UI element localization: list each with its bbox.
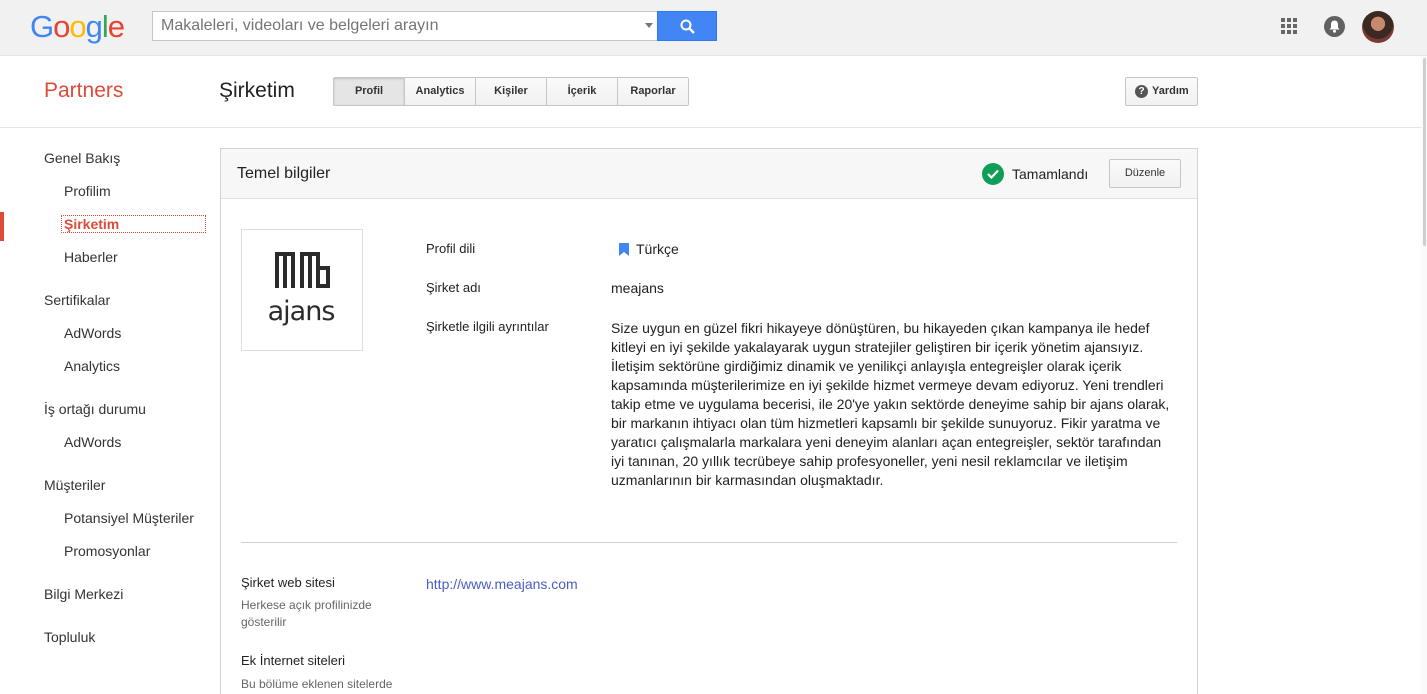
- logo-letter: o: [53, 9, 70, 44]
- chevron-down-icon[interactable]: [645, 23, 653, 28]
- sidebar-item-profilim[interactable]: Profilim: [64, 183, 111, 199]
- sub-header: Partners Şirketim Profil Analytics Kişil…: [0, 56, 1427, 128]
- top-bar: Google: [0, 0, 1427, 56]
- company-logo[interactable]: ajans: [241, 229, 363, 351]
- logo-letter: G: [30, 9, 54, 44]
- tab-raporlar[interactable]: Raporlar: [618, 78, 688, 105]
- tab-kisiler[interactable]: Kişiler: [476, 78, 547, 105]
- company-website-link[interactable]: http://www.meajans.com: [426, 576, 578, 592]
- search-button[interactable]: [657, 11, 717, 41]
- company-name-value: meajans: [611, 280, 664, 296]
- help-label: Yardım: [1152, 85, 1189, 97]
- sidebar-item-musteriler[interactable]: Müşteriler: [44, 477, 105, 493]
- logo-letter: o: [69, 9, 86, 44]
- profile-language-label: Profil dili: [426, 241, 476, 256]
- help-icon: ?: [1135, 85, 1148, 98]
- page-title: Şirketim: [219, 79, 295, 102]
- sidebar-item-analytics[interactable]: Analytics: [64, 358, 120, 374]
- avatar[interactable]: [1362, 11, 1394, 43]
- partners-brand[interactable]: Partners: [44, 79, 123, 103]
- tab-profil[interactable]: Profil: [334, 78, 405, 105]
- logo-letter: e: [107, 9, 125, 44]
- search-input[interactable]: [153, 12, 633, 40]
- sidebar-item-topluluk[interactable]: Topluluk: [44, 629, 95, 645]
- active-nav-indicator: [0, 212, 4, 241]
- sidebar-item-sertifikalar[interactable]: Sertifikalar: [44, 292, 110, 308]
- company-website-label: Şirket web sitesi: [241, 575, 335, 590]
- company-logo-text: ajans: [268, 296, 335, 327]
- sidebar-item-is-ortagi-durumu[interactable]: İş ortağı durumu: [44, 401, 146, 417]
- company-details-label: Şirketle ilgili ayrıntılar: [426, 319, 549, 334]
- company-name-label: Şirket adı: [426, 280, 481, 295]
- edit-button[interactable]: Düzenle: [1109, 159, 1181, 188]
- help-button[interactable]: ? Yardım: [1125, 77, 1198, 106]
- notification-bell-icon[interactable]: [1324, 16, 1345, 37]
- card-header: Temel bilgiler Tamamlandı Düzenle: [221, 149, 1197, 199]
- sidebar-item-haberler[interactable]: Haberler: [64, 249, 118, 265]
- bookmark-icon: [619, 243, 629, 256]
- search-icon: [680, 19, 695, 34]
- sidebar-item-potansiyel-musteriler[interactable]: Potansiyel Müşteriler: [64, 510, 194, 526]
- extra-websites-label: Ek İnternet siteleri: [241, 653, 346, 668]
- basic-info-card: Temel bilgiler Tamamlandı Düzenle ajans: [220, 148, 1198, 694]
- tab-bar: Profil Analytics Kişiler İçerik Raporlar: [333, 77, 689, 106]
- company-logo-image: ajans: [268, 252, 335, 327]
- sidebar-item-adwords[interactable]: AdWords: [64, 325, 121, 341]
- sidebar-item-genel-bakis[interactable]: Genel Bakış: [44, 150, 120, 166]
- scrollbar-thumb[interactable]: [1423, 58, 1426, 246]
- company-website-hint: Herkese açık profilinizde gösterilir: [241, 598, 372, 629]
- sidebar-item-bilgi-merkezi[interactable]: Bilgi Merkezi: [44, 586, 123, 602]
- sidebar-item-promosyonlar[interactable]: Promosyonlar: [64, 543, 150, 559]
- profile-language-value: Türkçe: [636, 241, 679, 257]
- completion-status: Tamamlandı: [1012, 166, 1089, 182]
- google-logo[interactable]: Google: [30, 9, 125, 45]
- check-circle-icon: [982, 163, 1004, 185]
- sidebar-item-sirketim[interactable]: Şirketim: [61, 215, 206, 233]
- sidebar-item-adwords-status[interactable]: AdWords: [64, 434, 121, 450]
- company-details-value: Size uygun en güzel fikri hikayeye dönüş…: [611, 320, 1170, 488]
- card-title: Temel bilgiler: [237, 165, 331, 182]
- tab-icerik[interactable]: İçerik: [547, 78, 618, 105]
- tab-analytics[interactable]: Analytics: [405, 78, 476, 105]
- extra-websites-hint: Bu bölüme eklenen sitelerde: [241, 677, 393, 691]
- search-box: [152, 11, 657, 41]
- logo-letter: g: [85, 9, 103, 44]
- section-divider: [241, 542, 1177, 543]
- apps-grid-icon[interactable]: [1281, 18, 1297, 34]
